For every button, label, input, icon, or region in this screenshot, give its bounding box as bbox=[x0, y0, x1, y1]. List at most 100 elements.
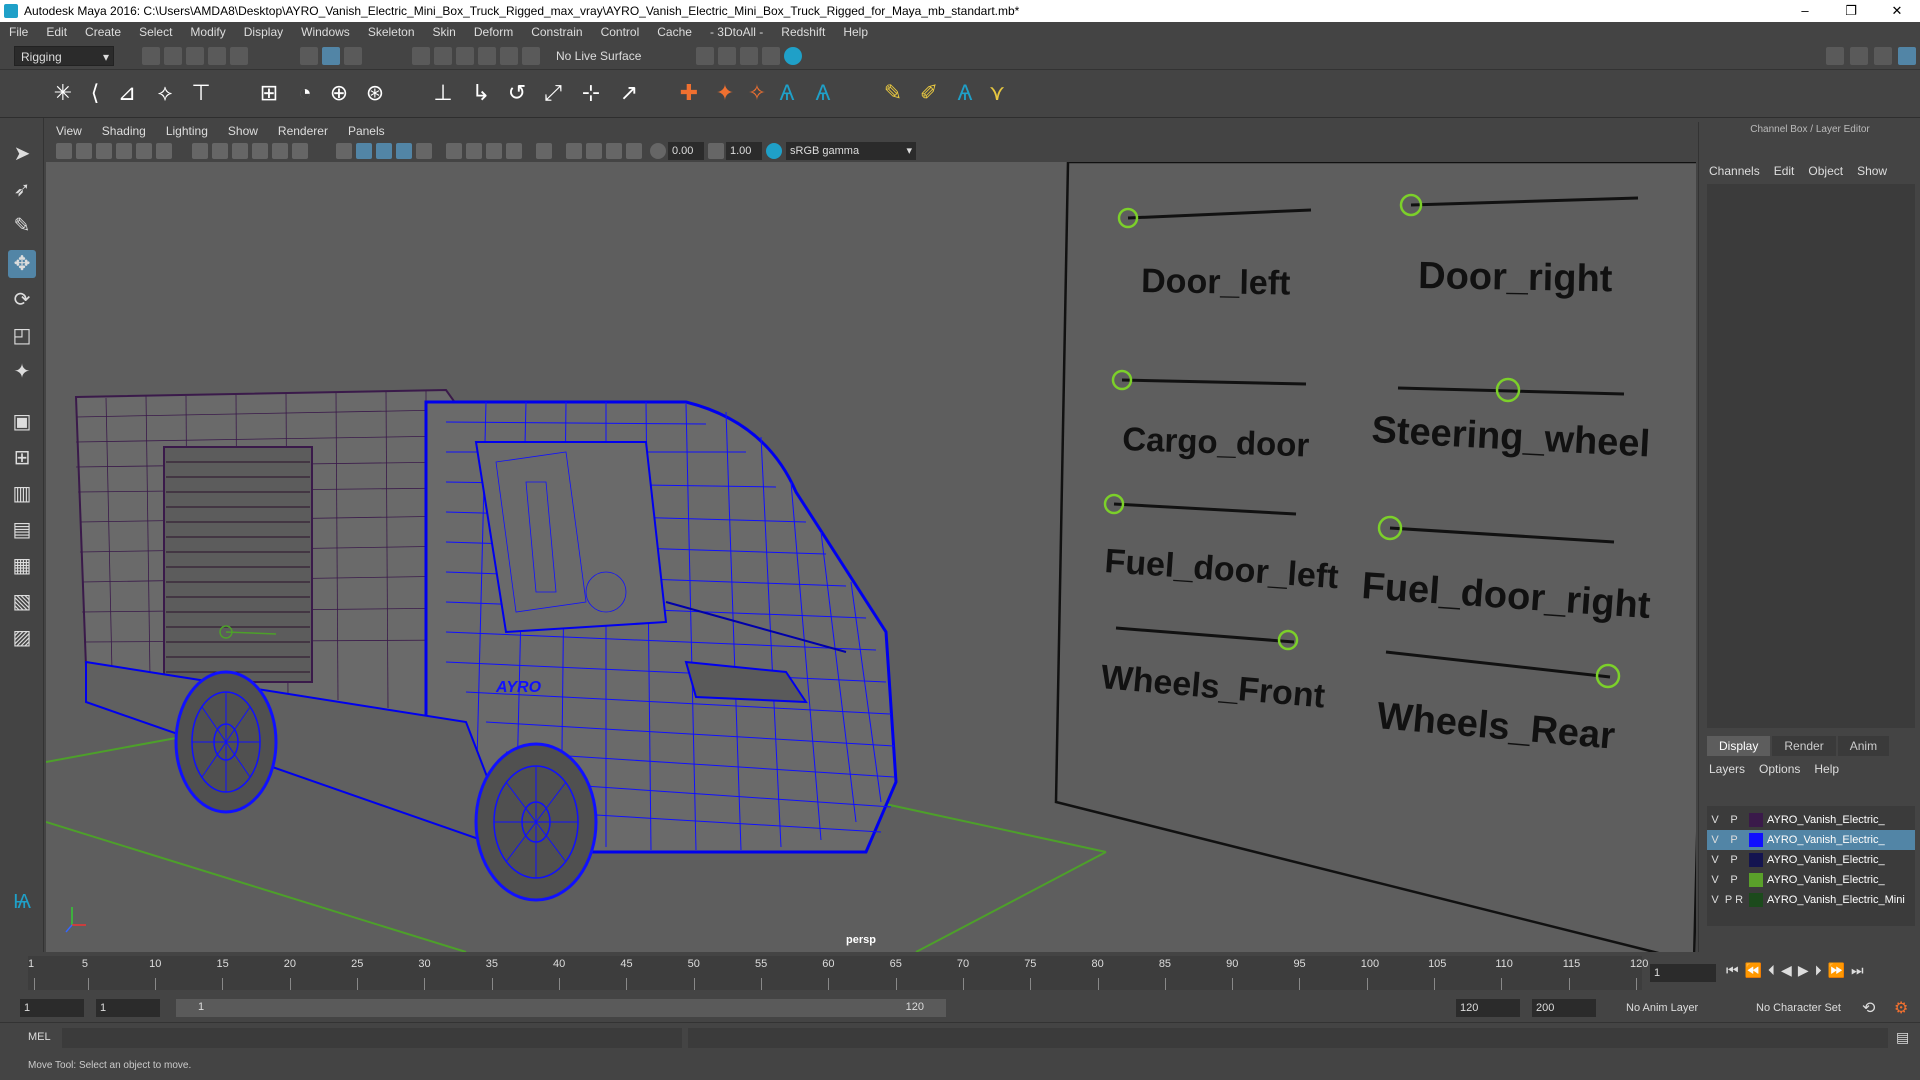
menu-redshift[interactable]: Redshift bbox=[772, 25, 834, 39]
layout-persp-outliner-icon[interactable]: ▤ bbox=[8, 516, 36, 544]
modeling-toolkit-icon[interactable] bbox=[1826, 47, 1844, 65]
gamma-field[interactable]: 1.00 bbox=[726, 142, 762, 160]
layout-more-icon[interactable]: ▨ bbox=[8, 624, 36, 652]
step-forward-key-icon[interactable]: ⏩ bbox=[1828, 962, 1845, 979]
layer-row[interactable]: V P R AYRO_Vanish_Electric_Mini bbox=[1707, 890, 1915, 910]
layer-visibility-toggle[interactable]: V bbox=[1707, 874, 1723, 886]
layer-visibility-toggle[interactable]: V bbox=[1707, 894, 1723, 906]
parent-constraint-icon[interactable]: ⊹ bbox=[578, 80, 604, 106]
current-frame-field[interactable]: 1 bbox=[1650, 964, 1716, 982]
paint-weights-icon[interactable]: ◔ bbox=[292, 80, 318, 106]
anim-layer-dropdown[interactable]: No Anim Layer bbox=[1622, 999, 1732, 1017]
camera-attributes-icon[interactable] bbox=[76, 143, 92, 159]
time-ruler[interactable]: 1 5 10 15 20 25 30 35 40 45 50 55 60 65 70 75 80 85 90 95 10… bbox=[28, 956, 1648, 990]
snap-grid-icon[interactable] bbox=[412, 47, 430, 65]
channels-menu[interactable]: Channels bbox=[1709, 164, 1760, 178]
scale-constraint-icon[interactable]: ⤢ bbox=[540, 80, 566, 106]
gamma-icon[interactable] bbox=[708, 143, 724, 159]
panel-menu-shading[interactable]: Shading bbox=[92, 124, 156, 138]
insert-joint-icon[interactable]: ⟨ bbox=[82, 80, 108, 106]
pole-vector-icon[interactable]: ↗ bbox=[616, 80, 642, 106]
layer-color-swatch[interactable] bbox=[1749, 813, 1763, 827]
layer-color-swatch[interactable] bbox=[1749, 873, 1763, 887]
layer-row[interactable]: V P AYRO_Vanish_Electric_ bbox=[1707, 870, 1915, 890]
layer-color-swatch[interactable] bbox=[1749, 833, 1763, 847]
object-menu[interactable]: Object bbox=[1808, 164, 1843, 178]
color-space-dropdown[interactable]: sRGB gamma ▾ bbox=[786, 142, 916, 160]
go-to-start-icon[interactable]: ⏮ bbox=[1726, 962, 1739, 979]
tab-render[interactable]: Render bbox=[1772, 736, 1836, 756]
camera-select-icon[interactable] bbox=[56, 143, 72, 159]
menu-display[interactable]: Display bbox=[235, 25, 292, 39]
render-view-icon[interactable] bbox=[784, 47, 802, 65]
xray-joints-icon[interactable] bbox=[586, 143, 602, 159]
joint-tool-icon[interactable]: ✳ bbox=[50, 80, 76, 106]
film-gate-icon[interactable] bbox=[156, 143, 172, 159]
start-time-field[interactable]: 1 bbox=[20, 999, 84, 1017]
go-to-end-icon[interactable]: ⏭ bbox=[1851, 962, 1864, 979]
move-tool-icon[interactable]: ✥ bbox=[8, 250, 36, 278]
wrap-deformer-icon[interactable]: ✐ bbox=[916, 80, 942, 106]
snap-view-plane-icon[interactable] bbox=[478, 47, 496, 65]
attribute-editor-icon[interactable] bbox=[1850, 47, 1868, 65]
range-slider[interactable]: 1 120 bbox=[176, 999, 946, 1017]
menu-cache[interactable]: Cache bbox=[648, 25, 701, 39]
panel-menu-lighting[interactable]: Lighting bbox=[156, 124, 218, 138]
gate-mask-icon[interactable] bbox=[212, 143, 228, 159]
menu-3dtoall[interactable]: - 3DtoAll - bbox=[701, 25, 772, 39]
render-frame-icon[interactable] bbox=[696, 47, 714, 65]
snap-surface-icon[interactable] bbox=[522, 47, 540, 65]
make-live-icon[interactable] bbox=[500, 47, 518, 65]
tab-display[interactable]: Display bbox=[1707, 736, 1771, 756]
ik-handle-icon[interactable]: ⊿ bbox=[114, 80, 140, 106]
menu-help[interactable]: Help bbox=[834, 25, 877, 39]
menu-constrain[interactable]: Constrain bbox=[522, 25, 591, 39]
command-language-label[interactable]: MEL bbox=[28, 1031, 51, 1043]
ik-spline-icon[interactable]: ⟡ bbox=[152, 80, 178, 106]
play-backward-icon[interactable]: ◀ bbox=[1781, 962, 1792, 979]
close-button[interactable]: ✕ bbox=[1874, 0, 1920, 22]
options-menu[interactable]: Options bbox=[1759, 762, 1800, 776]
safe-action-icon[interactable] bbox=[252, 143, 268, 159]
select-hierarchy-icon[interactable] bbox=[300, 47, 318, 65]
image-plane-icon[interactable] bbox=[116, 143, 132, 159]
field-chart-icon[interactable] bbox=[232, 143, 248, 159]
isolate-select-icon[interactable] bbox=[536, 143, 552, 159]
end-time-field[interactable]: 200 bbox=[1532, 999, 1596, 1017]
mirror-joint-icon[interactable]: ⊤ bbox=[188, 80, 214, 106]
textured-icon[interactable] bbox=[396, 143, 412, 159]
render-settings-icon[interactable] bbox=[740, 47, 758, 65]
snap-curve-icon[interactable] bbox=[434, 47, 452, 65]
color-management-icon[interactable] bbox=[766, 143, 782, 159]
point-constraint-icon[interactable]: ⊥ bbox=[430, 80, 456, 106]
edit-menu[interactable]: Edit bbox=[1774, 164, 1795, 178]
menu-modify[interactable]: Modify bbox=[181, 25, 234, 39]
hypershade-icon[interactable] bbox=[762, 47, 780, 65]
layer-color-swatch[interactable] bbox=[1749, 893, 1763, 907]
scale-tool-icon[interactable]: ◰ bbox=[8, 322, 36, 350]
layer-playback-toggle[interactable]: P bbox=[1723, 874, 1745, 886]
tool-settings-icon[interactable] bbox=[1874, 47, 1892, 65]
panel-menu-view[interactable]: View bbox=[46, 124, 92, 138]
layer-playback-toggle[interactable]: P R bbox=[1723, 894, 1745, 906]
open-scene-icon[interactable] bbox=[164, 47, 182, 65]
channel-box-icon[interactable] bbox=[1898, 47, 1916, 65]
play-forward-icon[interactable]: ▶ bbox=[1798, 962, 1809, 979]
snap-point-icon[interactable] bbox=[456, 47, 474, 65]
layer-playback-toggle[interactable]: P bbox=[1723, 834, 1745, 846]
minimize-button[interactable]: – bbox=[1782, 0, 1828, 22]
select-object-icon[interactable] bbox=[322, 47, 340, 65]
safe-title-icon[interactable] bbox=[272, 143, 288, 159]
blend-shape-icon[interactable]: ✎ bbox=[880, 80, 906, 106]
step-back-key-icon[interactable]: ⏪ bbox=[1745, 962, 1762, 979]
wireframe-on-shaded-icon[interactable] bbox=[376, 143, 392, 159]
layout-two-icon[interactable]: ▥ bbox=[8, 480, 36, 508]
maximize-button[interactable]: ❐ bbox=[1828, 0, 1874, 22]
undo-icon[interactable] bbox=[208, 47, 226, 65]
select-tool-icon[interactable]: ➤ bbox=[8, 140, 36, 168]
last-tool-icon[interactable]: ✦ bbox=[8, 358, 36, 386]
save-scene-icon[interactable] bbox=[186, 47, 204, 65]
bind-skin-icon[interactable]: ⊞ bbox=[256, 80, 282, 106]
ipr-render-icon[interactable] bbox=[718, 47, 736, 65]
anti-aliasing-icon[interactable] bbox=[506, 143, 522, 159]
